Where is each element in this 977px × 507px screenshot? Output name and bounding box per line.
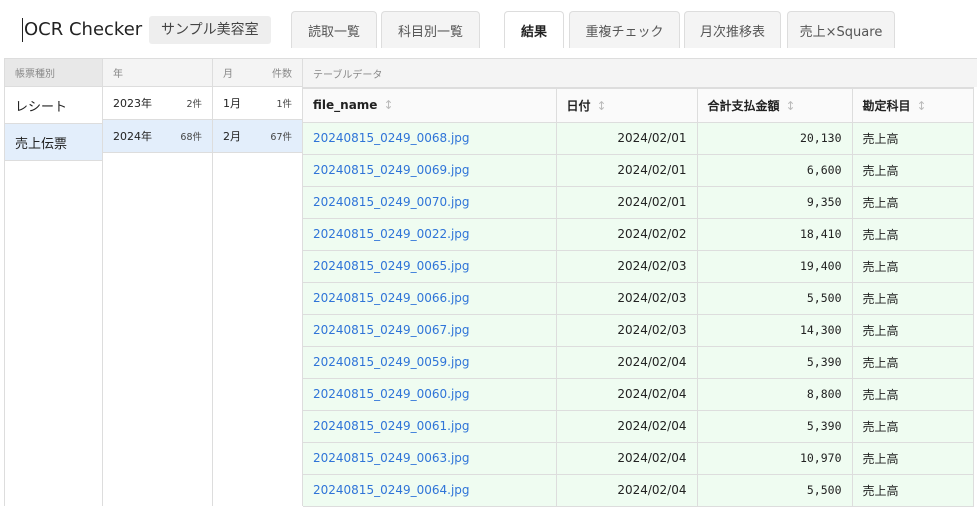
sidebar-item[interactable]: 売上伝票 bbox=[5, 124, 102, 161]
file-link[interactable]: 20240815_0249_0065.jpg bbox=[303, 250, 557, 283]
table-cell: 5,500 bbox=[697, 474, 853, 507]
table-cell: 19,400 bbox=[697, 250, 853, 283]
column-header[interactable]: 勘定科目 ↕ bbox=[852, 87, 974, 123]
table-cell: 売上高 bbox=[852, 410, 974, 443]
table-cell: 2024/02/03 bbox=[556, 314, 698, 347]
sort-icon[interactable]: ↕ bbox=[597, 99, 607, 113]
file-link[interactable]: 20240815_0249_0066.jpg bbox=[303, 282, 557, 315]
table-row: 20240815_0249_0059.jpg 2024/02/04 5,390 売上高 bbox=[303, 346, 974, 379]
table-cell: 2024/02/03 bbox=[556, 282, 698, 315]
table-cell: 売上高 bbox=[852, 314, 974, 347]
years-item[interactable]: 2023年 2件 bbox=[103, 87, 212, 120]
table-row: 20240815_0249_0022.jpg 2024/02/02 18,410 売上… bbox=[303, 218, 974, 251]
table-cell: 売上高 bbox=[852, 250, 974, 283]
table-cell: 2024/02/01 bbox=[556, 122, 698, 155]
sort-icon[interactable]: ↕ bbox=[786, 99, 796, 113]
months-item[interactable]: 1月 1件 bbox=[213, 87, 302, 120]
months-item[interactable]: 2月 67件 bbox=[213, 120, 302, 153]
table-cell: 2024/02/04 bbox=[556, 378, 698, 411]
table-cell: 20,130 bbox=[697, 122, 853, 155]
table-cell: 10,970 bbox=[697, 442, 853, 475]
tab-2[interactable]: 結果 bbox=[504, 11, 564, 48]
year-column: 年 2023年 2件 2024年 68件 bbox=[103, 58, 213, 506]
tab-0[interactable]: 読取一覧 bbox=[291, 11, 377, 48]
file-link[interactable]: 20240815_0249_0059.jpg bbox=[303, 346, 557, 379]
table-cell: 2024/02/01 bbox=[556, 154, 698, 187]
data-table: file_name ↕ 日付 ↕ 合計支払金額 ↕ 勘定科目 ↕ 20240815_0249_… bbox=[303, 87, 974, 507]
table-cell: 売上高 bbox=[852, 186, 974, 219]
table-cell: 5,390 bbox=[697, 410, 853, 443]
table-row: 20240815_0249_0067.jpg 2024/02/03 14,300 売上… bbox=[303, 314, 974, 347]
column-header[interactable]: 合計支払金額 ↕ bbox=[697, 87, 853, 123]
month-header: 月件数 bbox=[213, 58, 302, 87]
table-cell: 売上高 bbox=[852, 122, 974, 155]
document-type-header: 帳票種別 bbox=[5, 58, 102, 87]
app-title: OCR Checker bbox=[22, 18, 143, 42]
table-panel: テーブルデータ file_name ↕ 日付 ↕ 合計支払金額 ↕ 勘定科目 ↕ 202408… bbox=[303, 58, 977, 507]
file-link[interactable]: 20240815_0249_0067.jpg bbox=[303, 314, 557, 347]
table-cell: 5,390 bbox=[697, 346, 853, 379]
column-header[interactable]: file_name ↕ bbox=[303, 87, 557, 123]
table-row: 20240815_0249_0068.jpg 2024/02/01 20,130 売上… bbox=[303, 122, 974, 155]
file-link[interactable]: 20240815_0249_0022.jpg bbox=[303, 218, 557, 251]
table-cell: 売上高 bbox=[852, 442, 974, 475]
table-cell: 2024/02/03 bbox=[556, 250, 698, 283]
document-type-column: 帳票種別 レシート 売上伝票 bbox=[4, 58, 103, 506]
table-row: 20240815_0249_0060.jpg 2024/02/04 8,800 売上高 bbox=[303, 378, 974, 411]
year-header: 年 bbox=[103, 58, 212, 87]
month-column: 月件数 1月 1件 2月 67件 bbox=[213, 58, 303, 506]
sort-icon[interactable]: ↕ bbox=[383, 98, 393, 112]
tab-3[interactable]: 重複チェック bbox=[569, 11, 680, 48]
table-row: 20240815_0249_0066.jpg 2024/02/03 5,500 売上高 bbox=[303, 282, 974, 315]
table-cell: 14,300 bbox=[697, 314, 853, 347]
file-link[interactable]: 20240815_0249_0068.jpg bbox=[303, 122, 557, 155]
table-cell: 売上高 bbox=[852, 474, 974, 507]
table-cell: 売上高 bbox=[852, 282, 974, 315]
file-link[interactable]: 20240815_0249_0060.jpg bbox=[303, 378, 557, 411]
table-cell: 9,350 bbox=[697, 186, 853, 219]
tab-4[interactable]: 月次推移表 bbox=[684, 11, 781, 48]
table-title: テーブルデータ bbox=[303, 58, 977, 87]
table-cell: 売上高 bbox=[852, 218, 974, 251]
table-cell: 2024/02/01 bbox=[556, 186, 698, 219]
table-cell: 2024/02/04 bbox=[556, 474, 698, 507]
table-cell: 売上高 bbox=[852, 346, 974, 379]
table-cell: 売上高 bbox=[852, 154, 974, 187]
sidebar-item[interactable]: レシート bbox=[5, 87, 102, 124]
file-link[interactable]: 20240815_0249_0063.jpg bbox=[303, 442, 557, 475]
table-row: 20240815_0249_0064.jpg 2024/02/04 5,500 売上高 bbox=[303, 474, 974, 507]
shop-name-badge: サンプル美容室 bbox=[149, 16, 271, 44]
table-row: 20240815_0249_0063.jpg 2024/02/04 10,970 売上… bbox=[303, 442, 974, 475]
file-link[interactable]: 20240815_0249_0064.jpg bbox=[303, 474, 557, 507]
table-cell: 売上高 bbox=[852, 378, 974, 411]
table-row: 20240815_0249_0061.jpg 2024/02/04 5,390 売上高 bbox=[303, 410, 974, 443]
file-link[interactable]: 20240815_0249_0070.jpg bbox=[303, 186, 557, 219]
sort-icon[interactable]: ↕ bbox=[917, 99, 927, 113]
table-cell: 5,500 bbox=[697, 282, 853, 315]
table-cell: 6,600 bbox=[697, 154, 853, 187]
table-cell: 18,410 bbox=[697, 218, 853, 251]
table-cell: 2024/02/02 bbox=[556, 218, 698, 251]
tab-1[interactable]: 科目別一覧 bbox=[381, 11, 480, 48]
table-row: 20240815_0249_0065.jpg 2024/02/03 19,400 売上… bbox=[303, 250, 974, 283]
file-link[interactable]: 20240815_0249_0061.jpg bbox=[303, 410, 557, 443]
table-row: 20240815_0249_0069.jpg 2024/02/01 6,600 売上高 bbox=[303, 154, 974, 187]
tab-5[interactable]: 売上×Square bbox=[787, 11, 895, 48]
file-link[interactable]: 20240815_0249_0069.jpg bbox=[303, 154, 557, 187]
table-cell: 2024/02/04 bbox=[556, 442, 698, 475]
table-cell: 2024/02/04 bbox=[556, 346, 698, 379]
table-cell: 2024/02/04 bbox=[556, 410, 698, 443]
table-cell: 8,800 bbox=[697, 378, 853, 411]
years-item[interactable]: 2024年 68件 bbox=[103, 120, 212, 153]
column-header[interactable]: 日付 ↕ bbox=[556, 87, 698, 123]
table-row: 20240815_0249_0070.jpg 2024/02/01 9,350 売上高 bbox=[303, 186, 974, 219]
